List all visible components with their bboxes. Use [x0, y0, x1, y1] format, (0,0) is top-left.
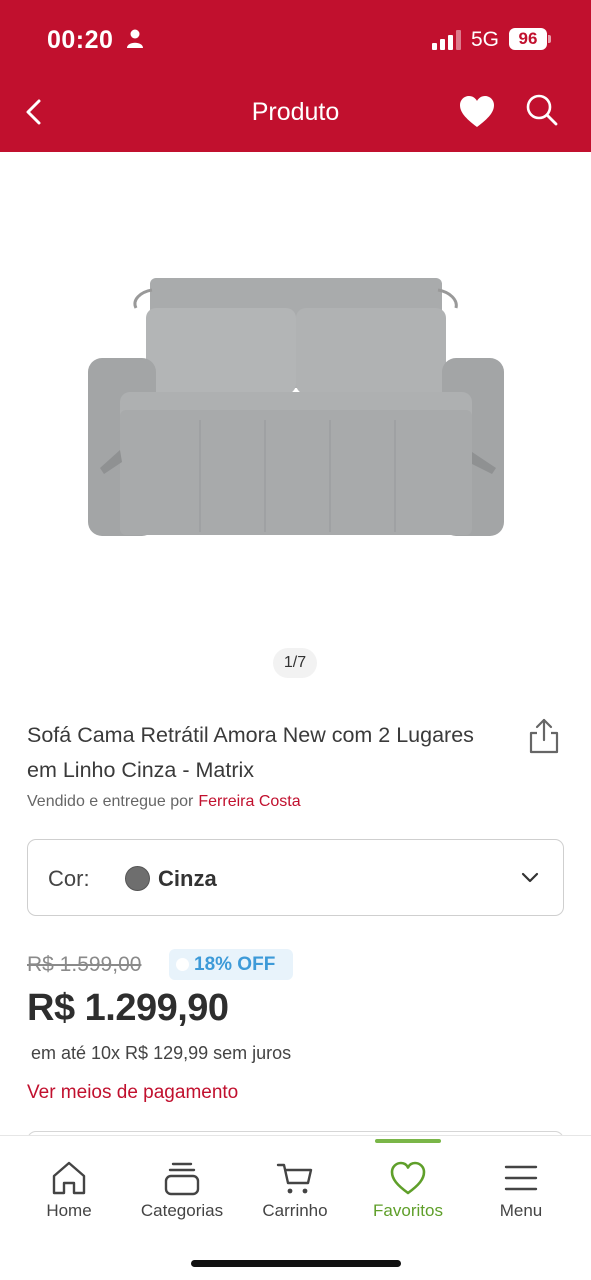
discount-text: 18% OFF [194, 954, 276, 975]
nav-bar: Produto [0, 80, 591, 152]
color-swatch [125, 866, 150, 891]
tab-favoritos-label: Favoritos [373, 1201, 443, 1220]
home-icon [52, 1161, 86, 1195]
cart-icon [276, 1163, 313, 1194]
tab-menu-label: Menu [499, 1201, 543, 1220]
bottom-nav: Home Categorias Carrinho Favoritos Menu [0, 1135, 591, 1280]
seller-info: Vendido e entregue por Ferreira Costa [27, 793, 301, 811]
tab-home[interactable]: Home [14, 1136, 124, 1236]
image-pager: 1/7 [273, 648, 317, 678]
battery-indicator: 96 [509, 28, 547, 50]
status-time: 00:20 [47, 26, 114, 54]
color-label: Cor: [48, 866, 90, 891]
categories-icon [164, 1162, 200, 1196]
active-tab-indicator [375, 1139, 441, 1143]
discount-badge: 18% OFF [169, 949, 293, 980]
page-title: Produto [251, 98, 340, 126]
product-title: Sofá Cama Retrátil Amora New com 2 Lugar… [27, 723, 474, 782]
tab-categorias-label: Categorias [140, 1201, 224, 1220]
search-icon[interactable] [525, 93, 559, 127]
installments-text: em até 10x R$ 129,99 sem juros [31, 1043, 292, 1063]
tab-categorias[interactable]: Categorias [127, 1136, 237, 1236]
tab-home-label: Home [46, 1201, 92, 1220]
tab-carrinho-label: Carrinho [262, 1201, 328, 1220]
seller-name-link[interactable]: Ferreira Costa [198, 793, 300, 810]
payment-methods-link[interactable]: Ver meios de pagamento [27, 1082, 238, 1104]
status-bar: 00:20 5G 96 [0, 0, 591, 80]
share-icon[interactable] [527, 717, 561, 755]
menu-icon [504, 1165, 538, 1191]
old-price: R$ 1.599,00 [27, 953, 142, 976]
signal-icon [432, 30, 461, 50]
tab-carrinho[interactable]: Carrinho [240, 1136, 350, 1236]
badge-dot [176, 958, 189, 971]
heart-icon[interactable] [459, 95, 495, 129]
battery-cap [548, 35, 551, 43]
tab-menu[interactable]: Menu [466, 1136, 576, 1236]
color-value: Cinza [158, 866, 217, 891]
person-icon [127, 29, 143, 48]
color-dropdown[interactable]: Cor: Cinza [27, 839, 564, 916]
home-indicator [191, 1260, 401, 1267]
current-price: R$ 1.299,90 [27, 987, 229, 1029]
tab-favoritos[interactable]: Favoritos [353, 1136, 463, 1236]
network-type: 5G [471, 28, 500, 51]
seller-prefix: Vendido e entregue por [27, 793, 194, 810]
chevron-down-icon [521, 872, 539, 883]
app-header: 00:20 5G 96 Produto [0, 0, 591, 152]
product-image[interactable] [80, 270, 512, 545]
heart-outline-icon [390, 1161, 426, 1195]
